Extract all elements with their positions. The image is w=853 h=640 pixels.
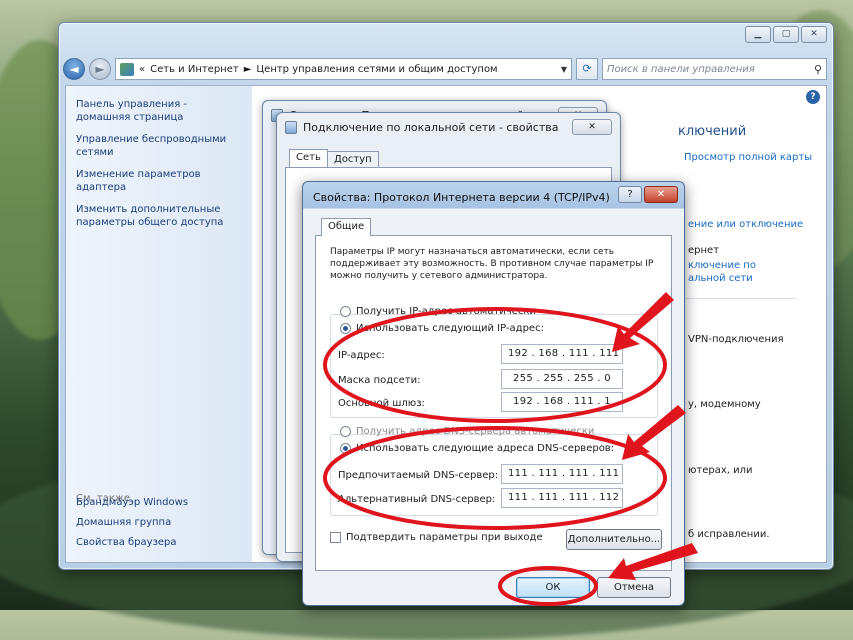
back-button[interactable]: ◄: [63, 58, 85, 80]
general-tab-panel: Параметры IP могут назначаться автоматич…: [315, 235, 672, 571]
network-icon: [285, 121, 297, 134]
search-icon[interactable]: ⚲: [814, 63, 822, 76]
help-button[interactable]: ?: [618, 186, 642, 203]
page-title: ключений: [678, 124, 747, 139]
sidebar-item-adapter[interactable]: Изменение параметров адаптера: [76, 168, 242, 194]
sidebar-item-firewall[interactable]: Брандмауэр Windows: [76, 496, 188, 509]
access-type-value: ернет: [688, 245, 720, 256]
cancel-button[interactable]: Отмена: [597, 577, 671, 598]
sidebar-item-homegroup[interactable]: Домашняя группа: [76, 516, 188, 529]
subnet-mask-field[interactable]: 255 . 255 . 255 . 0: [501, 369, 623, 389]
chevron-down-icon[interactable]: ▼: [561, 65, 567, 74]
sidebar-item-home[interactable]: Панель управления - домашняя страница: [76, 98, 242, 124]
connection-link-line1[interactable]: ключение по: [688, 260, 756, 271]
ok-button[interactable]: ОК: [516, 577, 590, 598]
properties-dialog-title: Подключение по локальной сети - свойства: [303, 121, 559, 134]
manual-ip-option[interactable]: Использовать следующий IP-адрес:: [340, 323, 544, 334]
close-button[interactable]: ✕: [644, 186, 678, 203]
vpn-text: VPN-подключения: [688, 334, 784, 345]
intro-text: Параметры IP могут назначаться автоматич…: [330, 247, 654, 281]
breadcrumb-network-center[interactable]: Центр управления сетями и общим доступом: [256, 64, 497, 75]
manual-ip-label: Использовать следующий IP-адрес:: [356, 323, 544, 334]
auto-dns-label: Получить адрес DNS-сервера автоматически: [356, 426, 595, 437]
maximize-button[interactable]: ▢: [773, 26, 799, 43]
navigation-bar: ◄ ► « Сеть и Интернет ► Центр управления…: [63, 57, 827, 81]
connection-link-line2[interactable]: альной сети: [688, 273, 753, 284]
computers-text: ютерах, или: [688, 465, 753, 476]
address-bar[interactable]: « Сеть и Интернет ► Центр управления сет…: [115, 58, 572, 80]
minimize-button[interactable]: ▁: [745, 26, 771, 43]
alternate-dns-field[interactable]: 111 . 111 . 111 . 112: [501, 488, 623, 508]
checkbox[interactable]: [330, 532, 341, 543]
sidebar-item-sharing[interactable]: Изменить дополнительные параметры общего…: [76, 203, 242, 229]
control-panel-icon: [120, 62, 134, 76]
manual-dns-option[interactable]: Использовать следующие адреса DNS-сервер…: [340, 443, 614, 454]
see-also-links: Брандмауэр Windows Домашняя группа Свойс…: [76, 496, 188, 556]
tcp-ipv4-dialog: Свойства: Протокол Интернета версии 4 (T…: [302, 181, 685, 606]
refresh-icon[interactable]: ⟳: [576, 58, 598, 80]
tab-network[interactable]: Сеть: [289, 149, 328, 167]
help-icon[interactable]: ?: [806, 90, 820, 104]
advanced-button[interactable]: Дополнительно...: [566, 529, 662, 550]
gateway-label: Основной шлюз:: [338, 398, 425, 409]
breadcrumb-separator[interactable]: ►: [244, 64, 252, 75]
preferred-dns-label: Предпочитаемый DNS-сервер:: [338, 470, 499, 481]
ip-address-field[interactable]: 192 . 168 . 111 . 111: [501, 344, 623, 364]
tab-sharing[interactable]: Доступ: [327, 151, 379, 167]
radio-button[interactable]: [340, 426, 351, 437]
divider: [686, 298, 796, 299]
search-input[interactable]: Поиск в панели управления ⚲: [602, 58, 827, 80]
alternate-dns-label: Альтернативный DNS-сервер:: [338, 494, 496, 505]
breadcrumb-network-internet[interactable]: Сеть и Интернет: [150, 64, 239, 75]
radio-button[interactable]: [340, 306, 351, 317]
validate-on-exit-label: Подтвердить параметры при выходе: [346, 532, 543, 543]
auto-ip-option[interactable]: Получить IP-адрес автоматически: [340, 306, 536, 317]
breadcrumb-overflow[interactable]: «: [139, 64, 145, 75]
connect-disconnect-link[interactable]: ение или отключение: [688, 219, 803, 230]
gateway-field[interactable]: 192 . 168 . 111 . 1: [501, 392, 623, 412]
close-button[interactable]: ✕: [801, 26, 827, 43]
tab-general[interactable]: Общие: [321, 218, 372, 236]
sidebar-item-browser-props[interactable]: Свойства браузера: [76, 536, 188, 549]
troubleshoot-text: б исправлении.: [688, 529, 770, 540]
radio-button-selected[interactable]: [340, 323, 351, 334]
validate-on-exit-option[interactable]: Подтвердить параметры при выходе: [330, 532, 543, 543]
auto-dns-option[interactable]: Получить адрес DNS-сервера автоматически: [340, 426, 594, 437]
preferred-dns-field[interactable]: 111 . 111 . 111 . 111: [501, 464, 623, 484]
window-controls: ▁ ▢ ✕: [745, 26, 827, 43]
subnet-mask-label: Маска подсети:: [338, 375, 421, 386]
modem-text: у, модемному: [688, 399, 761, 410]
close-icon[interactable]: ✕: [572, 119, 612, 135]
view-full-map-link[interactable]: Просмотр полной карты: [684, 152, 812, 163]
search-placeholder: Поиск в панели управления: [607, 63, 755, 75]
sidebar: Панель управления - домашняя страница Уп…: [66, 86, 252, 562]
auto-ip-label: Получить IP-адрес автоматически: [356, 306, 536, 317]
manual-dns-label: Использовать следующие адреса DNS-сервер…: [356, 443, 615, 454]
forward-button[interactable]: ►: [89, 58, 111, 80]
dialog-title: Свойства: Протокол Интернета версии 4 (T…: [313, 191, 610, 204]
ip-address-label: IP-адрес:: [338, 350, 385, 361]
radio-button-selected[interactable]: [340, 443, 351, 454]
sidebar-item-wireless[interactable]: Управление беспроводными сетями: [76, 133, 242, 159]
